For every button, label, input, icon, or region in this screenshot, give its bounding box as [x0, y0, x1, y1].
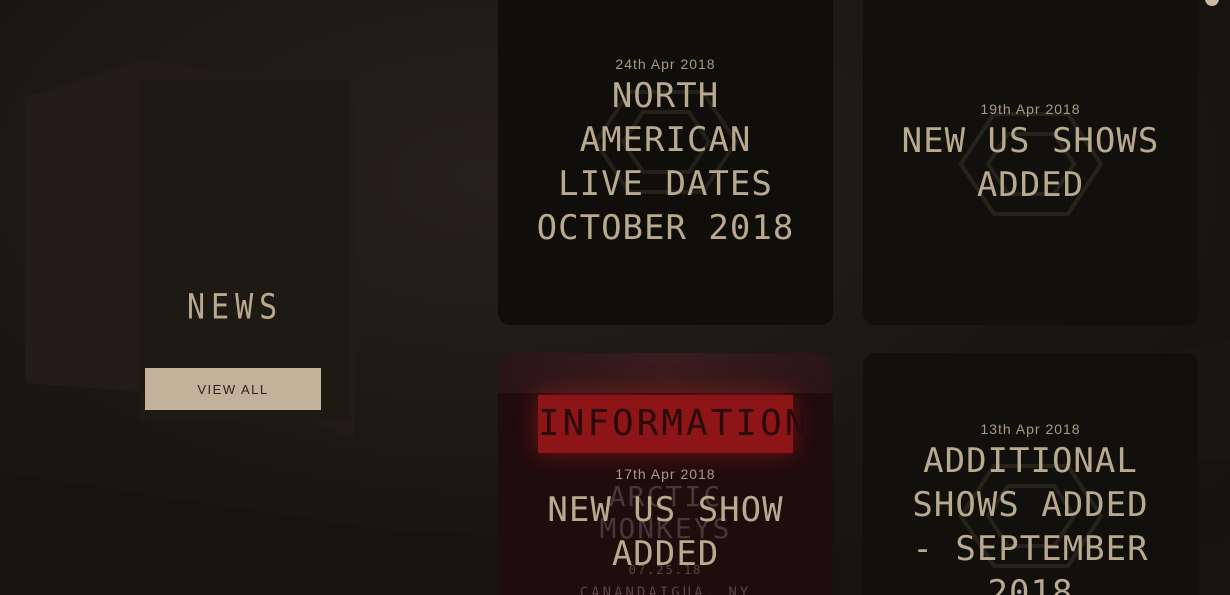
news-heading: NEWS: [187, 287, 284, 328]
news-date: 24th Apr 2018: [615, 56, 716, 72]
news-headline[interactable]: ADDITIONAL SHOWS ADDED - SEPTEMBER 2018: [863, 439, 1198, 595]
poster-image: [498, 353, 833, 393]
news-headline[interactable]: NEW US SHOWS ADDED: [863, 119, 1198, 207]
news-headline[interactable]: NORTH AMERICAN LIVE DATES OCTOBER 2018: [498, 74, 833, 250]
page: NEWS VIEW ALL 24th Apr 2018 NORTH AMERIC…: [0, 0, 1230, 595]
news-card[interactable]: 13th Apr 2018 ADDITIONAL SHOWS ADDED - S…: [863, 353, 1198, 595]
news-card[interactable]: 24th Apr 2018 NORTH AMERICAN LIVE DATES …: [498, 0, 833, 325]
headline-line: NORTH: [611, 76, 720, 116]
news-headline[interactable]: NEW US SHOW ADDED: [498, 488, 833, 576]
headline-line: NEW US SHOW: [547, 490, 784, 530]
news-section: NEWS: [145, 287, 345, 328]
headline-line: AMERICAN: [579, 120, 752, 160]
headline-line: 2018: [987, 573, 1074, 595]
headline-line: OCTOBER 2018: [536, 208, 795, 248]
news-card[interactable]: INFORMATION ARCTIC MONKEYS 07.25.18 CANA…: [498, 353, 833, 595]
news-card[interactable]: 19th Apr 2018 NEW US SHOWS ADDED: [863, 0, 1198, 325]
poster-venue: CANANDAIGUA, NY: [579, 585, 752, 595]
headline-line: NEW US SHOWS: [901, 121, 1160, 161]
headline-line: ADDED: [611, 534, 720, 574]
headline-line: LIVE DATES: [558, 164, 773, 204]
view-all-button[interactable]: VIEW ALL: [145, 368, 321, 410]
news-date: 13th Apr 2018: [980, 421, 1081, 437]
headline-line: SHOWS ADDED: [912, 485, 1149, 525]
news-date: 19th Apr 2018: [980, 101, 1081, 117]
headline-line: ADDED: [976, 165, 1085, 205]
spotify-icon[interactable]: [1205, 0, 1219, 6]
poster-banner-text: INFORMATION: [538, 403, 810, 444]
news-date: 17th Apr 2018: [615, 466, 716, 482]
headline-line: ADDITIONAL: [923, 441, 1138, 481]
headline-line: - SEPTEMBER: [912, 529, 1149, 569]
